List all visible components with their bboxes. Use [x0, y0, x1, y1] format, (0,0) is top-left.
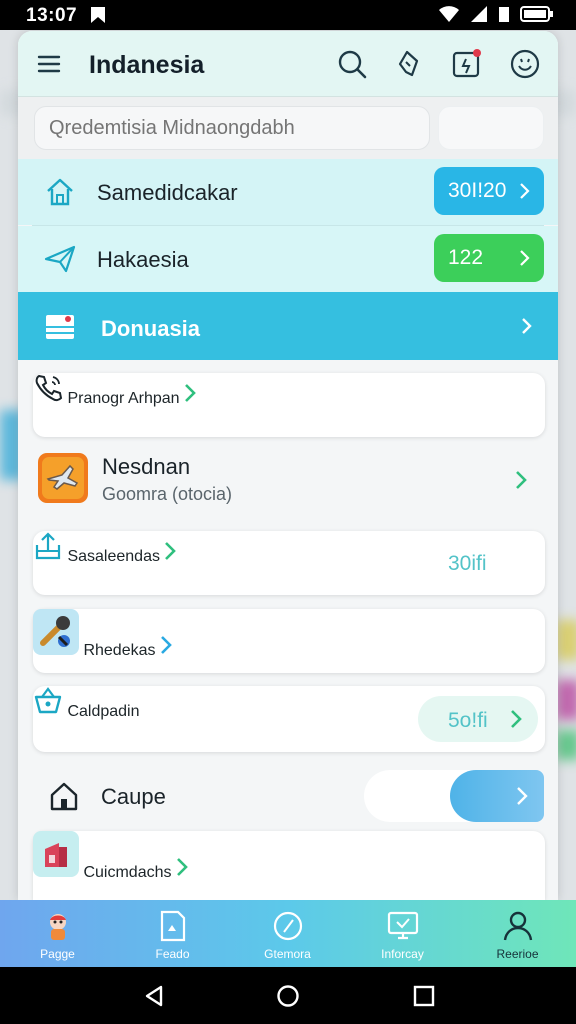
- count-value: 30ifi: [448, 552, 487, 575]
- monitor-icon: [387, 911, 419, 940]
- wifi-icon: [439, 6, 459, 22]
- list-item-label: Nesdnan: [102, 454, 191, 479]
- search-filter-button[interactable]: [438, 106, 544, 150]
- nav-label: Inforcay: [381, 947, 424, 961]
- toggle-knob: [450, 770, 544, 822]
- list-item-label: Caupe: [101, 784, 166, 809]
- list-item-sasaleendas[interactable]: Sasaleendas 30ifi: [33, 531, 545, 595]
- mascot-icon: [50, 914, 66, 940]
- list-item-hakaesia[interactable]: Hakaesia 122: [18, 226, 558, 292]
- chevron-right-icon: [515, 470, 527, 495]
- search-icon[interactable]: [336, 48, 368, 80]
- count-pill[interactable]: 5o!fi: [418, 696, 538, 742]
- nav-item-gtemora[interactable]: Gtemora: [230, 900, 345, 967]
- house-outline-icon: [50, 781, 78, 816]
- list-item-pranogr-arhpan[interactable]: Pranogr Arhpan: [33, 373, 545, 437]
- badge-value: 122: [448, 246, 484, 269]
- phone-icon: [33, 374, 67, 407]
- list-item-nesdnan[interactable]: Nesdnan Goomra (otocia): [18, 443, 558, 517]
- count-value: 5o!fi: [448, 709, 488, 732]
- list-item-donuasia[interactable]: Donuasia: [18, 292, 558, 360]
- list-item-label: Samedidcakar: [97, 180, 238, 205]
- list-item-cuicmdachs[interactable]: Cuicmdachs: [33, 831, 545, 900]
- app-window: Indanesia Samedidcakar 30I!20: [18, 31, 558, 900]
- list-item-label: Donuasia: [101, 316, 201, 341]
- tools-icon: [33, 609, 83, 659]
- chevron-right-icon: [520, 317, 532, 340]
- list-item-label: Cuicmdachs: [83, 864, 172, 881]
- list-item-label: Sasaleendas: [67, 548, 160, 565]
- sim-icon: [499, 7, 509, 22]
- list-item-label: Caldpadin: [67, 703, 140, 720]
- bottom-navigation: Pagge Feado Gtemora Inforcay Reerioe: [0, 900, 576, 967]
- list-item-caupe[interactable]: Caupe: [18, 761, 558, 831]
- list-item-samedidcakar[interactable]: Samedidcakar 30I!20: [18, 159, 558, 225]
- top-app-bar: Indanesia: [18, 31, 558, 97]
- store-icon: [33, 831, 83, 881]
- page-title: Indanesia: [89, 51, 205, 79]
- signal-icon: [471, 6, 487, 22]
- chevron-right-icon: [510, 709, 522, 734]
- recents-icon[interactable]: [413, 985, 435, 1012]
- chevron-right-icon: [160, 636, 172, 659]
- chevron-right-icon: [164, 542, 177, 565]
- nav-item-pagge[interactable]: Pagge: [0, 900, 115, 967]
- list-item-label: Pranogr Arhpan: [67, 390, 180, 407]
- home-button-icon[interactable]: [277, 985, 299, 1012]
- list-item-sublabel: Goomra (otocia): [102, 484, 233, 504]
- pen-icon[interactable]: [394, 48, 426, 80]
- caupe-toggle[interactable]: [364, 770, 544, 822]
- badge-value: 30I!20: [448, 179, 507, 202]
- send-icon: [44, 245, 76, 278]
- system-navigation-bar: [0, 967, 576, 1024]
- list-item-label: Hakaesia: [97, 247, 189, 272]
- nav-item-inforcay[interactable]: Inforcay: [345, 900, 460, 967]
- chevron-right-icon: [176, 858, 188, 881]
- nav-label: Reerioe: [496, 947, 539, 961]
- nav-item-feado[interactable]: Feado: [115, 900, 230, 967]
- status-bar: 13:07: [0, 0, 576, 30]
- message-icon: [44, 313, 76, 346]
- upload-icon: [33, 532, 67, 565]
- emoji-icon[interactable]: [509, 48, 541, 80]
- search-bar: [18, 97, 558, 159]
- home-icon: [44, 177, 76, 212]
- list-item-label: Rhedekas: [83, 642, 156, 659]
- status-icons: [438, 5, 554, 23]
- chevron-right-icon: [518, 182, 530, 206]
- nav-item-reerioe[interactable]: Reerioe: [460, 900, 575, 967]
- status-time: 13:07: [26, 5, 78, 26]
- compass-icon: [273, 911, 303, 941]
- app-thumbnail-icon: [38, 453, 88, 508]
- nav-label: Feado: [155, 947, 190, 961]
- battery-icon: [520, 6, 553, 22]
- notifications-icon[interactable]: [451, 48, 483, 80]
- chevron-right-icon: [518, 249, 530, 273]
- document-icon: [160, 910, 186, 942]
- count-badge[interactable]: 30I!20: [434, 167, 544, 215]
- notification-icon: [90, 6, 106, 29]
- list-item-caldpadin[interactable]: Caldpadin 5o!fi: [33, 686, 545, 752]
- list-item-rhedekas[interactable]: Rhedekas: [33, 609, 545, 673]
- person-icon: [503, 911, 533, 941]
- basket-icon: [33, 687, 67, 720]
- nav-label: Gtemora: [264, 947, 311, 961]
- chevron-right-icon: [516, 786, 528, 811]
- chevron-right-icon: [184, 384, 196, 407]
- nav-label: Pagge: [40, 947, 75, 961]
- back-icon[interactable]: [143, 985, 165, 1012]
- menu-icon[interactable]: [36, 51, 62, 82]
- count-badge[interactable]: 122: [434, 234, 544, 282]
- search-input[interactable]: [34, 106, 430, 150]
